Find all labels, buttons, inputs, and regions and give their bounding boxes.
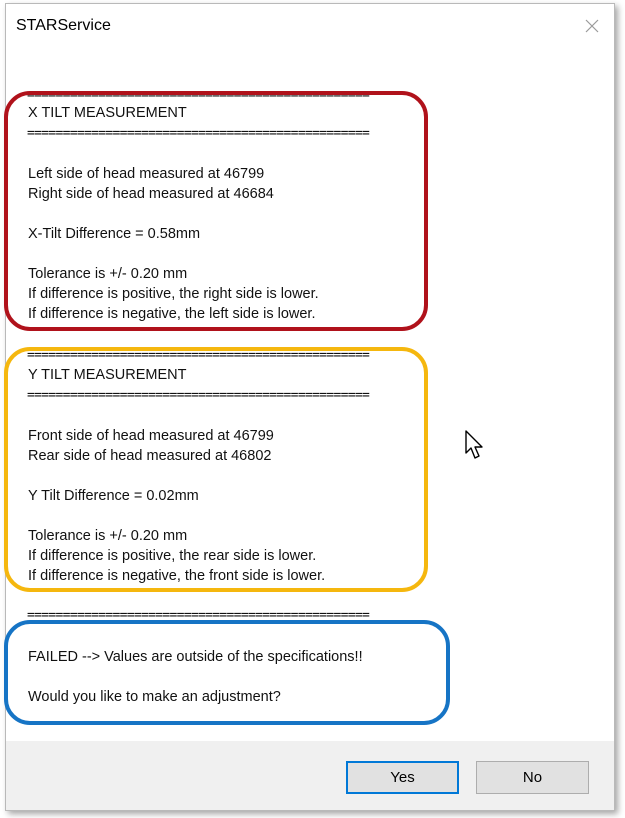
y-tilt-highlight-box [4,347,428,592]
close-button[interactable] [572,9,612,43]
title-bar[interactable]: STARService [6,4,614,48]
button-bar: Yes No [6,741,614,810]
x-tilt-highlight-box [4,91,428,331]
window-title: STARService [16,17,111,34]
mouse-pointer-icon [465,430,483,459]
no-button[interactable]: No [476,761,589,794]
close-icon [585,19,599,33]
message-body: ========================================… [4,48,614,742]
message-dialog: STARService ============================… [4,3,615,811]
yes-button[interactable]: Yes [346,761,459,794]
result-highlight-box [4,620,450,725]
